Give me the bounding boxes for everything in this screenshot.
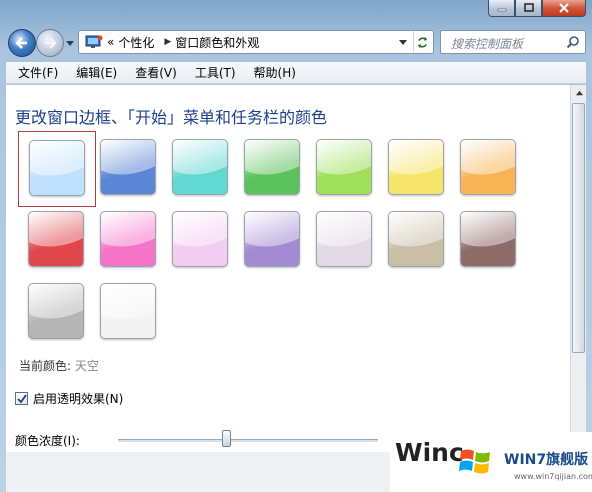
color-swatch-tile[interactable] bbox=[460, 139, 516, 195]
maximize-button[interactable] bbox=[515, 0, 542, 17]
minimize-button[interactable] bbox=[488, 0, 515, 17]
address-bar[interactable]: « 个性化 ▶ 窗口颜色和外观 bbox=[78, 30, 434, 54]
color-swatch-tile[interactable] bbox=[29, 140, 85, 196]
close-button[interactable] bbox=[542, 0, 586, 17]
current-color-value: 天空 bbox=[74, 359, 99, 373]
address-dropdown-chevron-down-icon[interactable] bbox=[395, 31, 411, 53]
navigation-row: « 个性化 ▶ 窗口颜色和外观 搜索控制面板 bbox=[6, 28, 586, 58]
scroll-up-arrow-icon[interactable] bbox=[571, 85, 587, 101]
refresh-icon[interactable] bbox=[413, 31, 431, 53]
color-swatch-tile[interactable] bbox=[388, 139, 444, 195]
color-intensity-slider-track[interactable] bbox=[118, 439, 378, 442]
color-swatch[interactable] bbox=[18, 203, 96, 279]
menu-view[interactable]: 查看(V) bbox=[129, 62, 183, 84]
color-swatch[interactable] bbox=[306, 203, 384, 279]
color-swatch[interactable] bbox=[90, 131, 168, 207]
color-swatch[interactable] bbox=[18, 131, 96, 207]
menu-edit[interactable]: 编辑(E) bbox=[70, 62, 123, 84]
current-color-row: 当前颜色: 天空 bbox=[19, 357, 99, 374]
color-swatch[interactable] bbox=[234, 203, 312, 279]
maximize-icon bbox=[523, 3, 534, 12]
color-swatch[interactable] bbox=[378, 131, 456, 207]
color-swatch-tile[interactable] bbox=[100, 283, 156, 339]
window-frame: « 个性化 ▶ 窗口颜色和外观 搜索控制面板 文件(F) 编辑(E) 查看(V)… bbox=[0, 0, 592, 492]
checkmark-icon bbox=[17, 394, 27, 404]
scroll-thumb[interactable] bbox=[572, 103, 585, 353]
minimize-icon bbox=[497, 8, 506, 12]
menu-tools[interactable]: 工具(T) bbox=[189, 62, 242, 84]
page-title: 更改窗口边框、「开始」菜单和任务栏的颜色 bbox=[15, 108, 328, 127]
content-pane: 更改窗口边框、「开始」菜单和任务栏的颜色 当前颜色: 天空 启用透明效果(N) … bbox=[6, 85, 570, 492]
forward-button[interactable] bbox=[36, 29, 64, 57]
color-swatch-tile[interactable] bbox=[316, 139, 372, 195]
color-swatch[interactable] bbox=[162, 131, 240, 207]
color-swatch-tile[interactable] bbox=[100, 139, 156, 195]
windows-flag-icon bbox=[459, 449, 490, 474]
breadcrumb-separator-arrow-icon[interactable]: ▶ bbox=[164, 37, 171, 47]
search-input[interactable]: 搜索控制面板 bbox=[440, 30, 586, 54]
color-swatch-tile[interactable] bbox=[388, 211, 444, 267]
color-swatch-tile[interactable] bbox=[172, 139, 228, 195]
back-arrow-icon bbox=[15, 37, 27, 49]
color-swatch-tile[interactable] bbox=[460, 211, 516, 267]
color-swatch-tile[interactable] bbox=[172, 211, 228, 267]
breadcrumb-window-color[interactable]: 窗口颜色和外观 bbox=[175, 34, 259, 51]
color-swatch[interactable] bbox=[18, 275, 96, 351]
color-intensity-slider-thumb[interactable] bbox=[222, 430, 231, 447]
color-swatch[interactable] bbox=[90, 275, 168, 351]
transparency-label[interactable]: 启用透明效果(N) bbox=[33, 390, 123, 407]
current-color-label: 当前颜色: bbox=[19, 359, 72, 373]
transparency-option[interactable]: 启用透明效果(N) bbox=[15, 390, 123, 407]
color-swatch-tile[interactable] bbox=[100, 211, 156, 267]
search-placeholder: 搜索控制面板 bbox=[451, 37, 524, 51]
transparency-checkbox[interactable] bbox=[15, 392, 28, 405]
control-panel-icon bbox=[85, 35, 103, 48]
color-swatch-tile[interactable] bbox=[28, 283, 84, 339]
watermark-brand: WIN7旗舰版 bbox=[504, 452, 589, 468]
recent-pages-chevron-down-icon[interactable] bbox=[66, 39, 74, 47]
watermark-url: www.win7qijian.com bbox=[514, 472, 592, 481]
breadcrumb-personalization[interactable]: 个性化 bbox=[118, 34, 154, 51]
color-swatch[interactable] bbox=[306, 131, 384, 207]
color-swatch[interactable] bbox=[234, 131, 312, 207]
caption-buttons bbox=[488, 0, 586, 17]
menu-help[interactable]: 帮助(H) bbox=[248, 62, 302, 84]
color-intensity-label: 颜色浓度(I): bbox=[15, 434, 80, 448]
forward-arrow-icon bbox=[45, 37, 57, 49]
breadcrumb-root-marker[interactable]: « bbox=[107, 35, 114, 49]
back-button[interactable] bbox=[8, 29, 36, 57]
color-swatch[interactable] bbox=[90, 203, 168, 279]
color-swatch-tile[interactable] bbox=[316, 211, 372, 267]
vertical-scrollbar[interactable] bbox=[570, 85, 586, 492]
menu-bar: 文件(F) 编辑(E) 查看(V) 工具(T) 帮助(H) bbox=[6, 62, 586, 84]
color-swatch[interactable] bbox=[378, 203, 456, 279]
menu-file[interactable]: 文件(F) bbox=[12, 62, 64, 84]
watermark-text: Winc bbox=[395, 438, 464, 467]
search-icon[interactable] bbox=[566, 35, 580, 49]
color-swatch[interactable] bbox=[450, 203, 528, 279]
color-swatch[interactable] bbox=[450, 131, 528, 207]
color-swatch-tile[interactable] bbox=[28, 211, 84, 267]
color-swatch-tile[interactable] bbox=[244, 139, 300, 195]
close-icon bbox=[559, 3, 569, 13]
site-watermark: Winc WIN7旗舰版 www.win7qijian.com bbox=[390, 432, 592, 492]
color-swatch[interactable] bbox=[162, 203, 240, 279]
color-swatch-tile[interactable] bbox=[244, 211, 300, 267]
